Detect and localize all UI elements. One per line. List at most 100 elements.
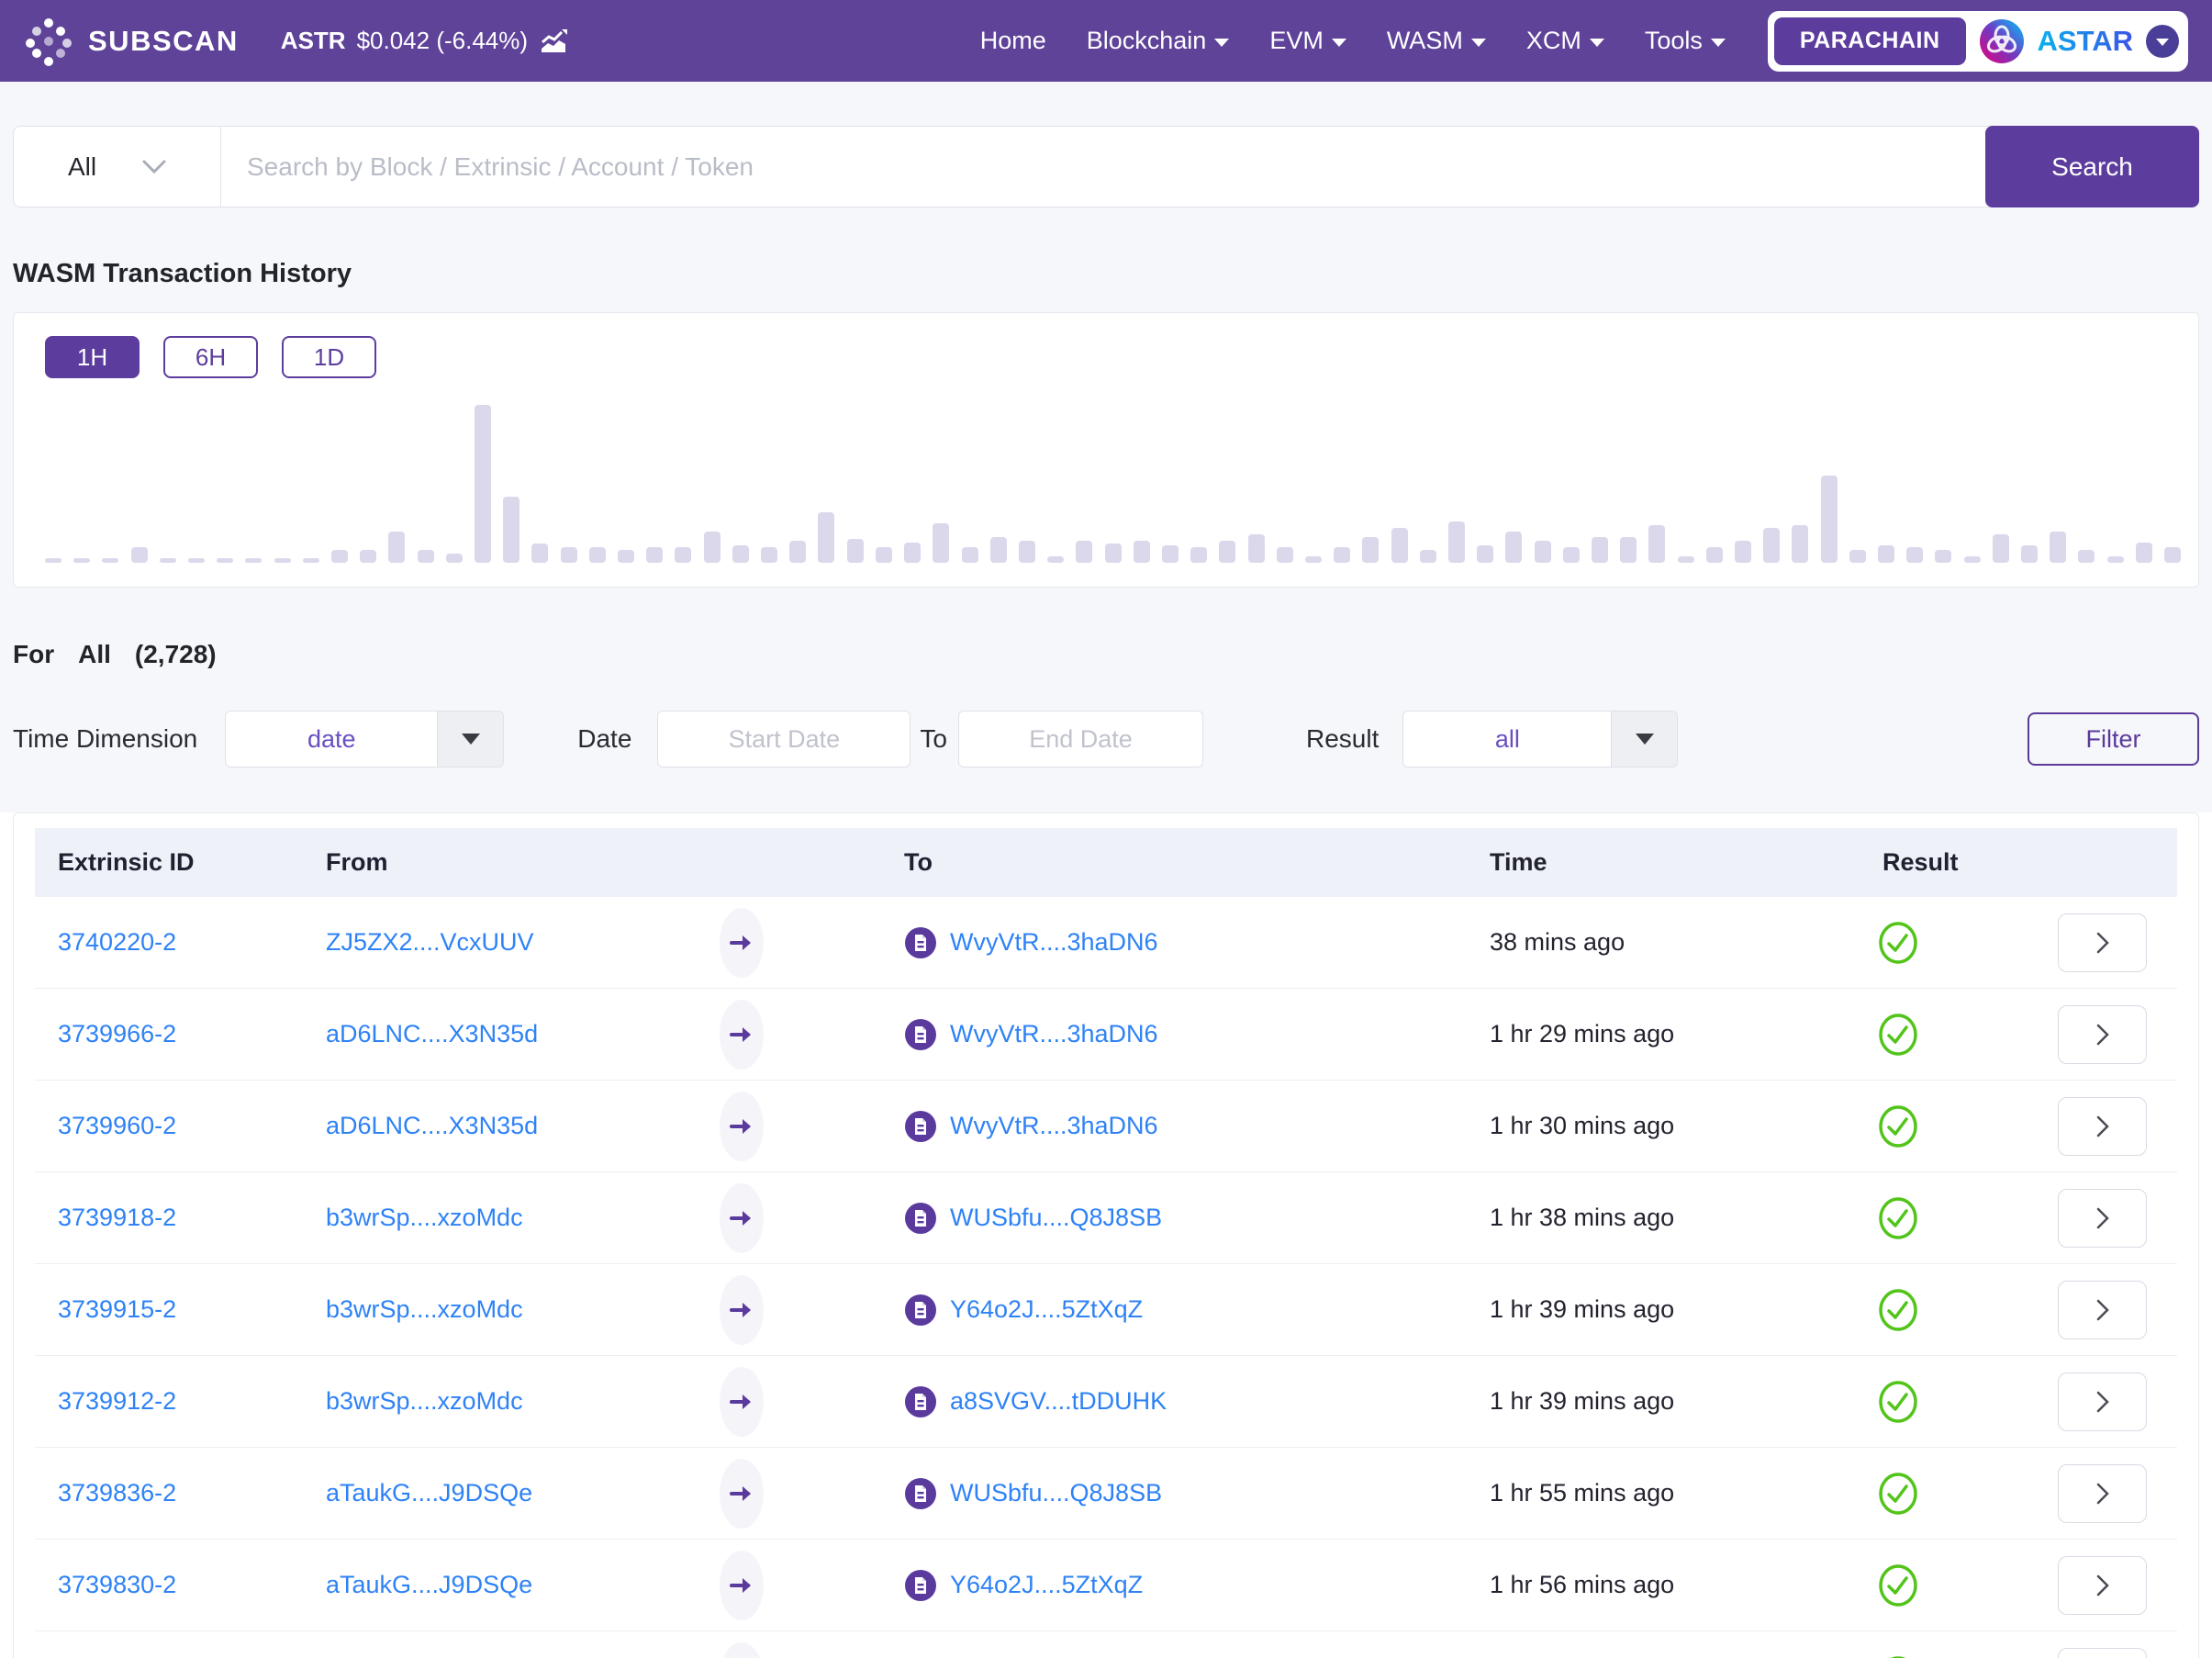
network-dropdown-button[interactable] <box>2146 25 2179 58</box>
nav-item-xcm[interactable]: XCM <box>1526 27 1604 55</box>
to-contract-link[interactable]: Y64o2J....5ZtXqZ <box>950 1571 1143 1599</box>
range-button-6h[interactable]: 6H <box>163 336 258 378</box>
success-check-icon <box>1876 1563 1920 1608</box>
chart-bar <box>561 547 577 563</box>
chart-bar <box>475 405 491 563</box>
time-cell: 1 hr 29 mins ago <box>1453 1020 1802 1048</box>
to-contract-link[interactable]: WUSbfu....Q8J8SB <box>950 1204 1162 1232</box>
arrow-right-icon <box>729 1115 754 1138</box>
range-button-1d[interactable]: 1D <box>282 336 376 378</box>
from-account-link[interactable]: aTaukG....J9DSQe <box>326 1479 532 1507</box>
row-detail-button[interactable] <box>2058 1189 2147 1248</box>
chart-bar <box>1678 556 1694 563</box>
to-contract-link[interactable]: WUSbfu....Q8J8SB <box>950 1479 1162 1507</box>
chevron-right-icon <box>2095 1206 2110 1230</box>
to-contract-link[interactable]: WvyVtR....3haDN6 <box>950 1112 1158 1140</box>
chart-bar <box>2078 550 2095 563</box>
chart-bar <box>503 497 519 563</box>
row-detail-button[interactable] <box>2058 1464 2147 1523</box>
chart-bar <box>73 558 90 563</box>
range-button-1h[interactable]: 1H <box>45 336 140 378</box>
chart-bar <box>1735 541 1751 563</box>
chart-bar <box>2107 556 2124 563</box>
table-row: 3740220-2 ZJ5ZX2....VcxUUV WvyVtR....3ha… <box>35 897 2177 989</box>
end-date-input[interactable] <box>958 711 1203 767</box>
chart-bar <box>1505 532 1522 563</box>
chart-bar <box>1190 547 1207 563</box>
to-contract-link[interactable]: WvyVtR....3haDN6 <box>950 1020 1158 1048</box>
result-select[interactable]: all <box>1402 711 1678 767</box>
nav-item-blockchain[interactable]: Blockchain <box>1087 27 1230 55</box>
row-detail-button[interactable] <box>2058 1648 2147 1658</box>
extrinsic-id-link[interactable]: 3739836-2 <box>58 1479 176 1507</box>
to-contract-link[interactable]: WvyVtR....3haDN6 <box>950 928 1158 957</box>
nav-item-home[interactable]: Home <box>980 27 1046 55</box>
to-contract-link[interactable]: Y64o2J....5ZtXqZ <box>950 1295 1143 1324</box>
table-row: 3739915-2 b3wrSp....xzoMdc Y64o2J....5Zt… <box>35 1264 2177 1356</box>
extrinsic-id-link[interactable]: 3739915-2 <box>58 1295 176 1323</box>
chart-bar <box>1019 541 1035 563</box>
arrow-right-icon <box>729 1298 754 1322</box>
brand[interactable]: SUBSCAN <box>24 17 239 66</box>
row-detail-button[interactable] <box>2058 1281 2147 1339</box>
start-date-input[interactable] <box>657 711 910 767</box>
chart-bar <box>1477 545 1493 563</box>
to-contract-link[interactable]: a8SVGV....tDDUHK <box>950 1387 1167 1416</box>
date-label: Date <box>577 724 631 754</box>
success-check-icon <box>1876 1103 1920 1149</box>
nav-item-evm[interactable]: EVM <box>1269 27 1346 55</box>
extrinsic-id-link[interactable]: 3739830-2 <box>58 1571 176 1598</box>
chart-bar <box>274 558 291 563</box>
row-detail-button[interactable] <box>2058 1556 2147 1615</box>
search-button[interactable]: Search <box>1985 126 2199 207</box>
from-account-link[interactable]: b3wrSp....xzoMdc <box>326 1387 523 1415</box>
extrinsic-id-link[interactable]: 3740220-2 <box>58 928 176 956</box>
column-header-to: To <box>801 848 1453 877</box>
chart-bar <box>2050 532 2066 563</box>
table-row: 3739830-2 aTaukG....J9DSQe Y64o2J....5Zt… <box>35 1540 2177 1631</box>
row-detail-button[interactable] <box>2058 913 2147 972</box>
search-category-value: All <box>68 152 96 182</box>
result-label: Result <box>1306 724 1379 754</box>
filter-button[interactable]: Filter <box>2028 712 2199 766</box>
chart-bar <box>1964 556 1981 563</box>
extrinsic-id-link[interactable]: 3739912-2 <box>58 1387 176 1415</box>
extrinsic-id-link[interactable]: 3739918-2 <box>58 1204 176 1231</box>
token-symbol: ASTR <box>281 27 346 55</box>
extrinsic-id-link[interactable]: 3739960-2 <box>58 1112 176 1139</box>
brand-name: SUBSCAN <box>88 25 239 58</box>
chart-bar <box>2164 547 2181 563</box>
chart-bar <box>331 550 348 563</box>
search-input[interactable] <box>221 127 1986 207</box>
nav-item-tools[interactable]: Tools <box>1645 27 1726 55</box>
from-account-link[interactable]: aTaukG....J9DSQe <box>326 1571 532 1598</box>
chart-bar <box>1134 541 1150 563</box>
chart-bar <box>2136 543 2152 563</box>
chevron-down-icon <box>1471 39 1486 47</box>
row-detail-button[interactable] <box>2058 1005 2147 1064</box>
from-account-link[interactable]: ZJ5ZX2....VcxUUV <box>326 928 534 956</box>
nav-item-wasm[interactable]: WASM <box>1387 27 1486 55</box>
time-cell: 1 hr 55 mins ago <box>1453 1479 1802 1507</box>
from-account-link[interactable]: aD6LNC....X3N35d <box>326 1112 538 1139</box>
chart-bar <box>446 554 463 563</box>
chevron-down-icon <box>142 160 166 174</box>
price-chart-icon[interactable] <box>539 27 568 56</box>
token-ticker: ASTR $0.042 (-6.44%) <box>281 27 568 56</box>
chart-bar <box>188 558 205 563</box>
chart-bar <box>789 541 806 563</box>
search-category-select[interactable]: All <box>14 127 220 207</box>
parachain-button[interactable]: PARACHAIN <box>1774 17 1966 65</box>
extrinsic-id-link[interactable]: 3739966-2 <box>58 1020 176 1047</box>
row-detail-button[interactable] <box>2058 1097 2147 1156</box>
contract-icon <box>904 1385 937 1418</box>
success-check-icon <box>1876 1287 1920 1333</box>
network-selector: PARACHAIN ASTAR <box>1768 11 2188 72</box>
from-account-link[interactable]: aD6LNC....X3N35d <box>326 1020 538 1047</box>
time-dimension-select[interactable]: date <box>225 711 504 767</box>
transfer-direction-badge <box>720 1092 764 1161</box>
transaction-bar-chart <box>45 403 2182 563</box>
from-account-link[interactable]: b3wrSp....xzoMdc <box>326 1204 523 1231</box>
row-detail-button[interactable] <box>2058 1372 2147 1431</box>
from-account-link[interactable]: b3wrSp....xzoMdc <box>326 1295 523 1323</box>
